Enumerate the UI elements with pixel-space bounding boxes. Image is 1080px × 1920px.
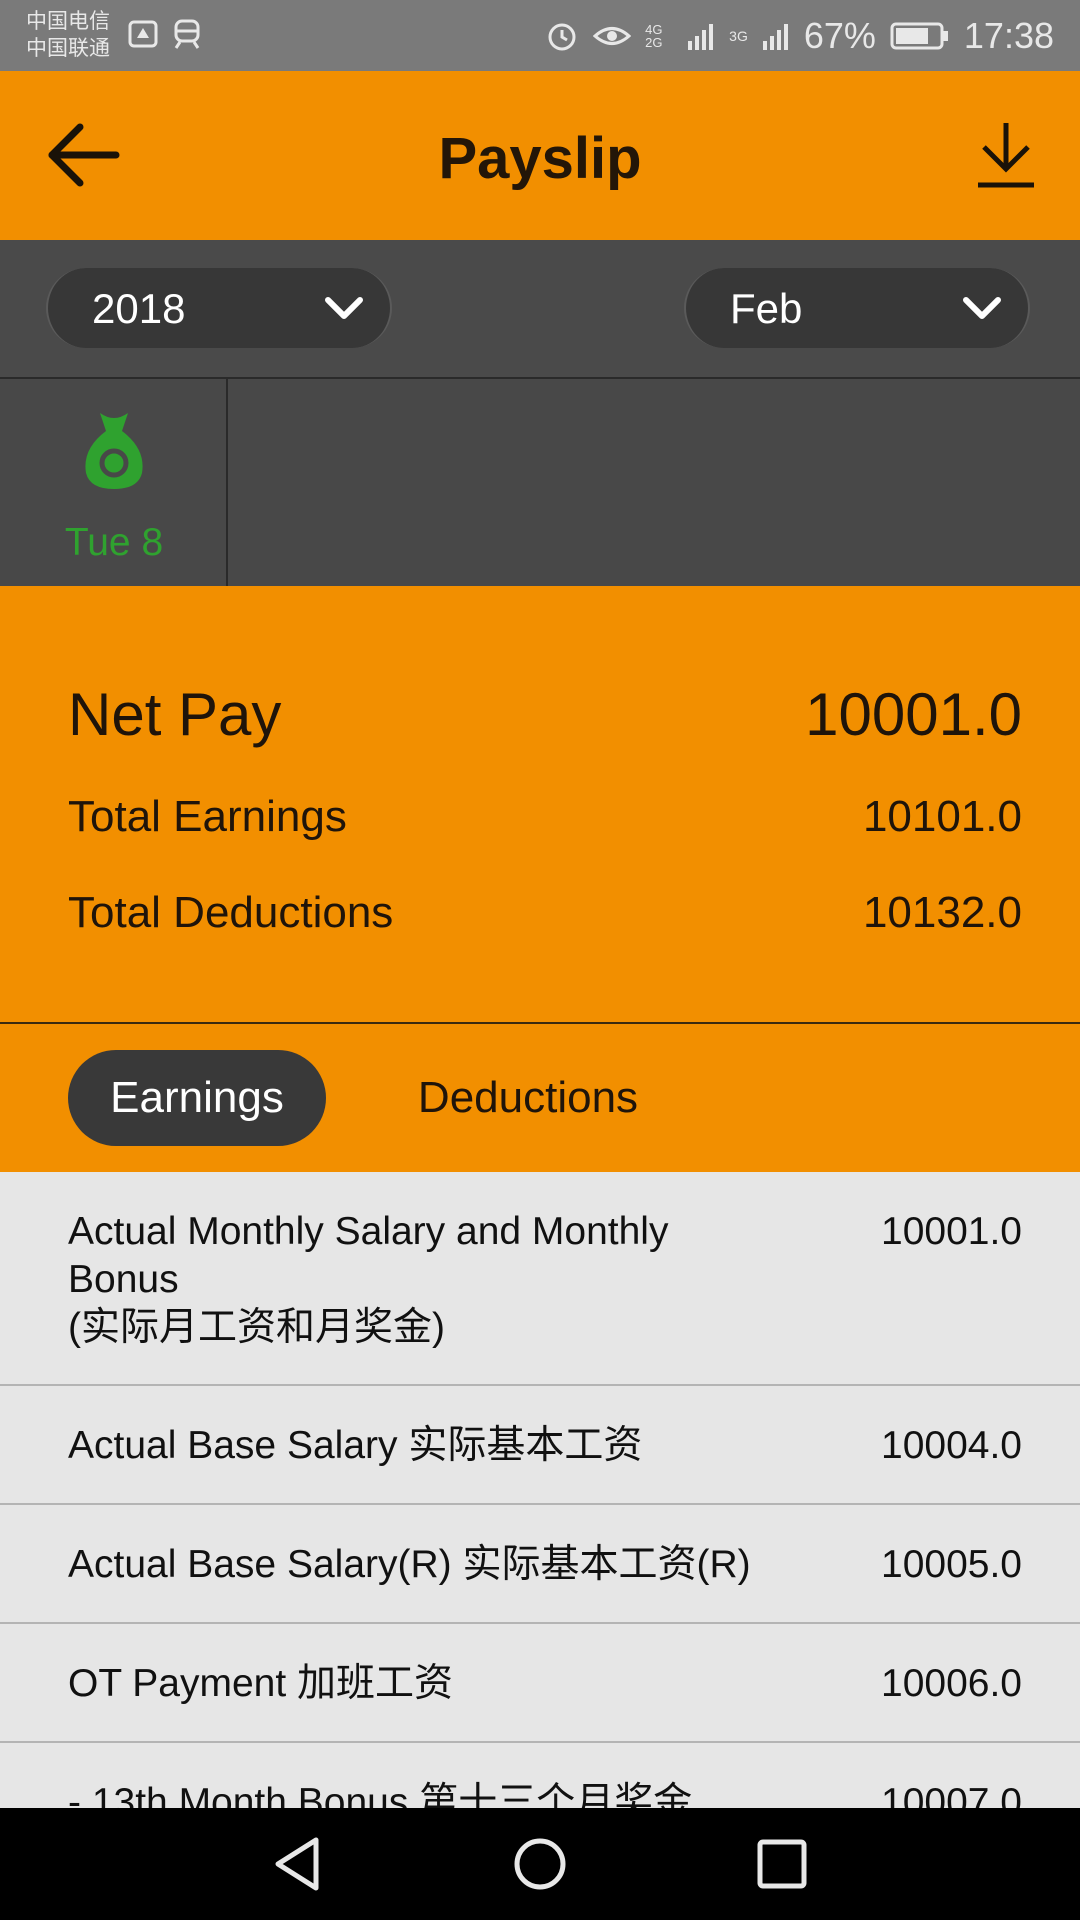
download-icon xyxy=(978,123,1034,188)
net-pay-value: 10001.0 xyxy=(805,681,1022,748)
payslip-date-label: Tue 8 xyxy=(64,521,164,564)
download-button[interactable] xyxy=(968,117,1044,193)
list-item-label-line: (实际月工资和月奖金) xyxy=(68,1306,445,1349)
pay-summary: Net Pay 10001.0 Total Earnings 10101.0 T… xyxy=(0,586,1080,1024)
list-item: Actual Monthly Salary and Monthly Bonus … xyxy=(0,1172,1080,1386)
carrier-info: 中国电信 中国联通 xyxy=(26,8,110,62)
carrier-2: 中国联通 xyxy=(26,37,110,60)
battery-percent: 67% xyxy=(803,14,876,56)
nav-recent-button[interactable] xyxy=(752,1836,812,1892)
tab-earnings[interactable]: Earnings xyxy=(68,1050,326,1146)
payslip-date-card[interactable]: Tue 8 xyxy=(0,379,228,586)
list-item-label: OT Payment 加班工资 xyxy=(68,1662,454,1705)
train-icon xyxy=(174,19,200,49)
year-value: 2018 xyxy=(92,285,186,332)
tab-bar: Earnings Deductions xyxy=(0,1024,1080,1172)
carrier-1: 中国电信 xyxy=(26,10,110,33)
total-earnings-label: Total Earnings xyxy=(68,792,347,841)
total-deductions-label: Total Deductions xyxy=(68,888,394,937)
list-item-label: - 13th Month Bonus 第十三个月奖金 xyxy=(68,1781,693,1808)
list-item-amount: 10007.0 xyxy=(881,1781,1022,1808)
square-recent-icon xyxy=(757,1839,807,1889)
list-item-amount: 10004.0 xyxy=(881,1424,1022,1467)
month-select[interactable]: Feb xyxy=(684,268,1030,348)
total-deductions-row: Total Deductions 10132.0 xyxy=(68,888,1022,938)
status-icons: 4G 2G 3G 67% 17:38 xyxy=(545,0,1054,71)
total-earnings-row: Total Earnings 10101.0 xyxy=(68,792,1022,842)
arrow-left-icon xyxy=(48,123,120,187)
list-item-amount: 10006.0 xyxy=(881,1662,1022,1705)
list-item: - 13th Month Bonus 第十三个月奖金 10007.0 xyxy=(0,1743,1080,1808)
tab-deductions[interactable]: Deductions xyxy=(380,1050,676,1146)
chevron-down-icon xyxy=(963,297,1001,319)
net-pay-row: Net Pay 10001.0 xyxy=(68,680,1022,749)
chevron-down-icon xyxy=(325,297,363,319)
back-button[interactable] xyxy=(44,119,124,191)
signal-icon-2 xyxy=(762,23,788,50)
list-item: Actual Base Salary 实际基本工资 10004.0 xyxy=(0,1386,1080,1505)
list-item: OT Payment 加班工资 10006.0 xyxy=(0,1624,1080,1743)
app-bar: Payslip xyxy=(0,71,1080,240)
list-item: Actual Base Salary(R) 实际基本工资(R) 10005.0 xyxy=(0,1505,1080,1624)
year-select[interactable]: 2018 xyxy=(46,268,392,348)
nav-back-button[interactable] xyxy=(270,1836,330,1892)
system-nav-bar xyxy=(0,1808,1080,1920)
page-title: Payslip xyxy=(438,126,642,191)
total-deductions-value: 10132.0 xyxy=(862,888,1022,937)
list-item-amount: 10005.0 xyxy=(881,1543,1022,1586)
total-earnings-value: 10101.0 xyxy=(862,792,1022,841)
huawei-app-icon xyxy=(128,20,158,48)
status-bar: 中国电信 中国联通 4G 2G 3G 67% 17:38 xyxy=(0,0,1080,71)
month-value: Feb xyxy=(730,285,803,332)
list-item-label-line: Bonus xyxy=(68,1258,179,1301)
network-1-label: 4G 2G xyxy=(645,21,663,50)
list-item-label-line: Actual Monthly Salary and Monthly xyxy=(68,1210,669,1253)
earnings-list[interactable]: Actual Monthly Salary and Monthly Bonus … xyxy=(0,1172,1080,1808)
signal-icon-1 xyxy=(688,23,714,50)
list-item-label: Actual Base Salary 实际基本工资 xyxy=(68,1424,643,1467)
list-item-amount: 10001.0 xyxy=(881,1210,1022,1253)
list-item-label: Actual Base Salary(R) 实际基本工资(R) xyxy=(68,1543,751,1586)
filter-bar: 2018 Feb xyxy=(0,240,1080,379)
eye-icon xyxy=(593,26,632,45)
alarm-icon xyxy=(548,23,576,50)
notification-icons xyxy=(128,18,202,50)
nav-home-button[interactable] xyxy=(510,1836,570,1892)
money-bag-icon xyxy=(85,413,143,489)
net-pay-label: Net Pay xyxy=(68,681,282,748)
network-2-label: 3G xyxy=(729,27,748,44)
battery-icon xyxy=(890,22,948,49)
triangle-back-icon xyxy=(275,1837,319,1891)
clock: 17:38 xyxy=(963,14,1054,56)
circle-home-icon xyxy=(514,1838,566,1890)
payslip-date-strip: Tue 8 xyxy=(0,379,1080,586)
list-item-label: Actual Monthly Salary and Monthly Bonus … xyxy=(68,1208,748,1352)
